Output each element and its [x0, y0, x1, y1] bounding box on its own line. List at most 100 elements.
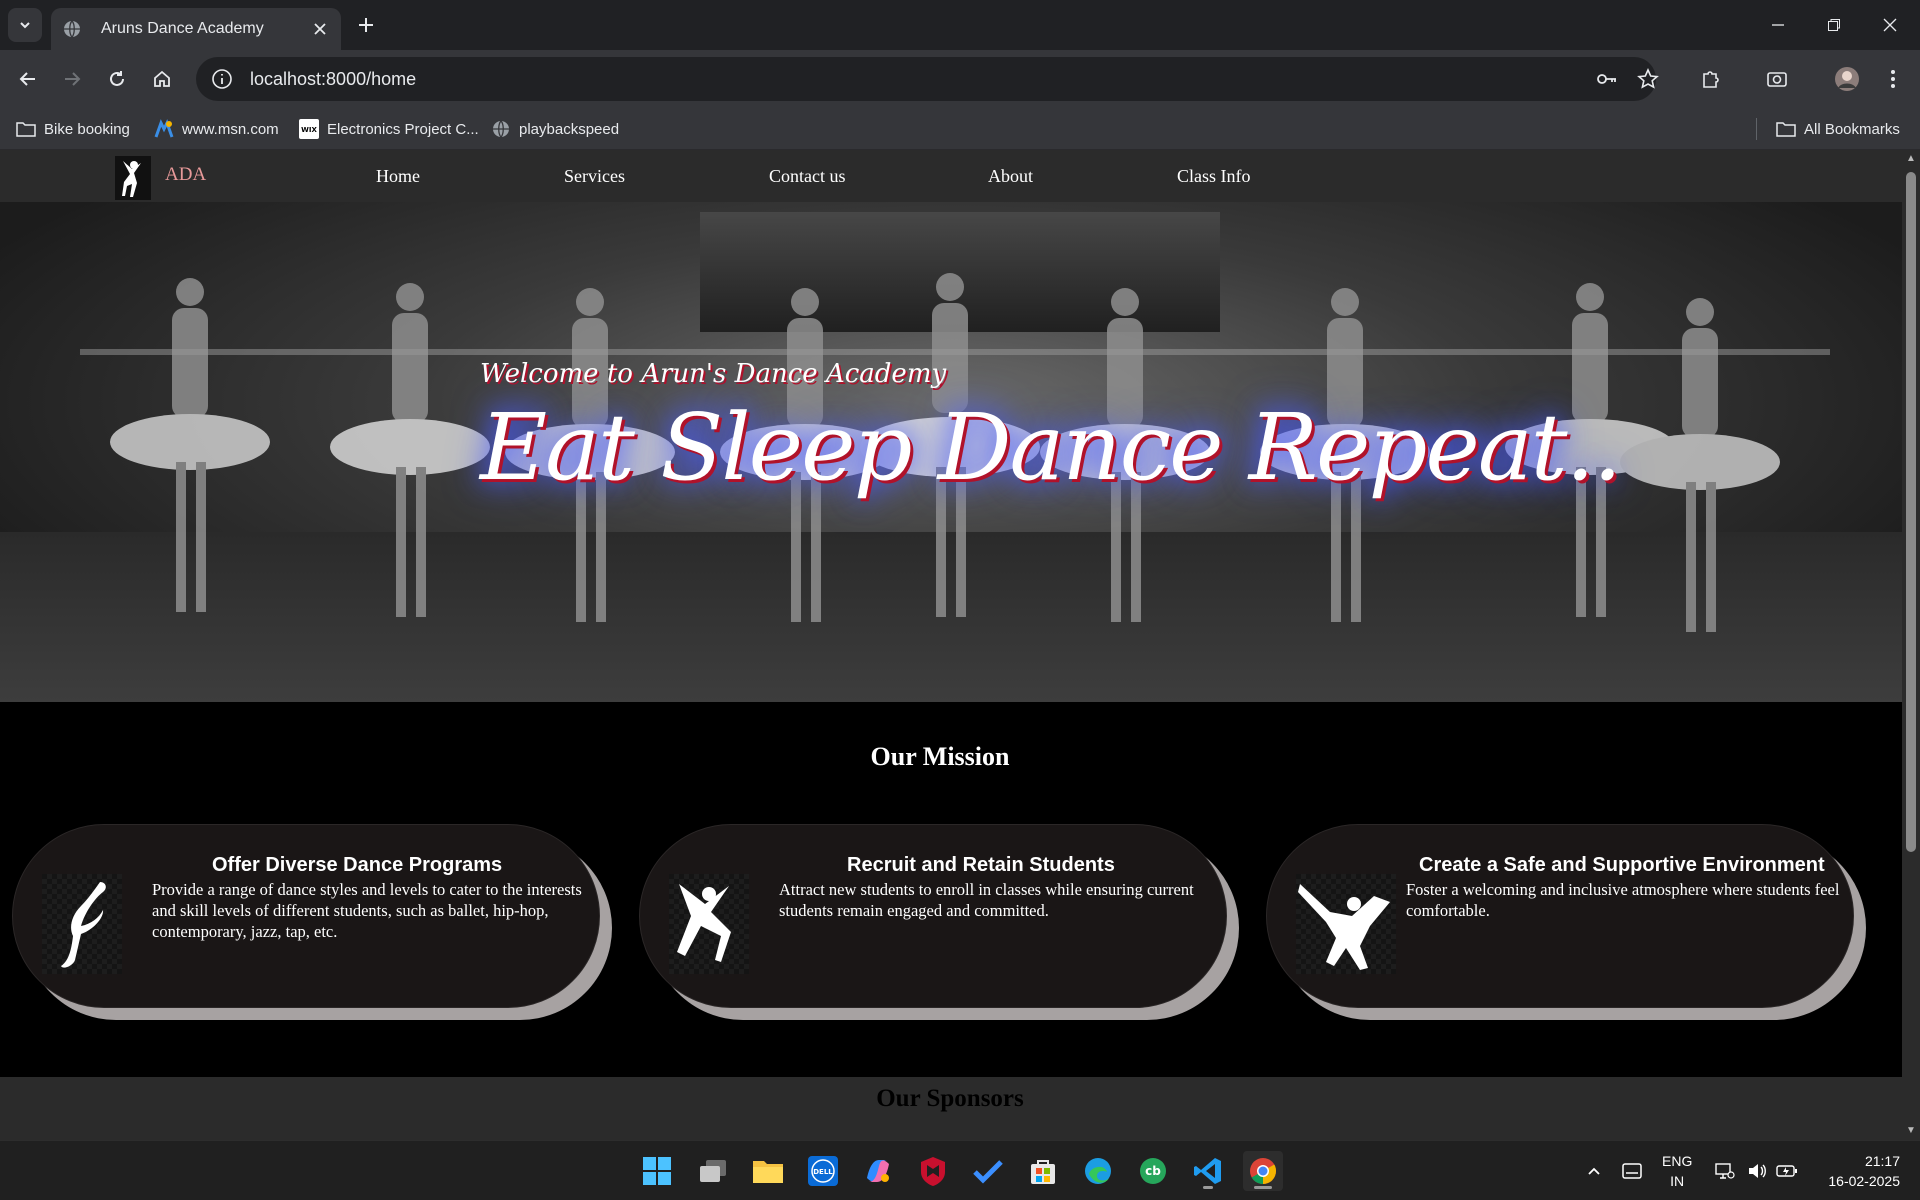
card-title: Offer Diverse Dance Programs: [212, 854, 503, 876]
site-info-icon[interactable]: [210, 67, 234, 91]
running-indicator: [1254, 1186, 1272, 1189]
bookmark-star-button[interactable]: [1633, 64, 1663, 94]
edge-button[interactable]: [1078, 1151, 1118, 1191]
site-navbar: ADA Home Services Contact us About Class…: [0, 150, 1902, 202]
dell-app-button[interactable]: DELL: [803, 1151, 843, 1191]
site-brand[interactable]: ADA: [165, 164, 206, 186]
edge-icon: [1085, 1158, 1111, 1184]
url-text[interactable]: localhost:8000/home: [250, 69, 416, 90]
back-button[interactable]: [12, 63, 44, 95]
todo-button[interactable]: [968, 1151, 1008, 1191]
screenshot-button[interactable]: [1762, 64, 1792, 94]
new-tab-button[interactable]: [352, 11, 380, 39]
vscode-button[interactable]: [1188, 1151, 1228, 1191]
page-scrollbar[interactable]: ▲ ▼: [1902, 150, 1920, 1140]
language-indicator[interactable]: ENG IN: [1662, 1151, 1692, 1191]
breakdancer-icon: [1296, 874, 1396, 974]
scroll-down-arrow-icon[interactable]: ▼: [1906, 1126, 1916, 1136]
mission-card: Offer Diverse Dance Programs Provide a r…: [12, 824, 612, 1020]
nav-services[interactable]: Services: [564, 166, 625, 187]
wix-icon: WIX: [299, 119, 319, 139]
store-button[interactable]: [1023, 1151, 1063, 1191]
browser-menu-button[interactable]: [1878, 64, 1908, 94]
chevron-down-icon: [20, 22, 30, 29]
card-title: Recruit and Retain Students: [847, 854, 1115, 876]
scrollbar-thumb[interactable]: [1906, 172, 1916, 852]
start-button[interactable]: [637, 1151, 677, 1191]
file-explorer-button[interactable]: [748, 1151, 788, 1191]
tab-title: Aruns Dance Academy: [101, 20, 264, 37]
bookmarks-divider: [1756, 118, 1757, 140]
extensions-button[interactable]: [1696, 64, 1726, 94]
site-logo[interactable]: [115, 156, 151, 200]
globe-icon: [491, 119, 511, 139]
task-view-icon: [700, 1160, 726, 1182]
kebab-menu-icon: [1891, 70, 1895, 88]
dancer-logo-icon: [122, 161, 141, 197]
tab-search-button[interactable]: [8, 8, 42, 42]
nav-class-info[interactable]: Class Info: [1177, 166, 1251, 187]
browser-tab-bar: Aruns Dance Academy: [0, 0, 1920, 50]
hero-banner: Welcome to Arun's Dance Academy Eat Slee…: [0, 202, 1902, 702]
nav-home[interactable]: Home: [376, 166, 420, 187]
nav-contact-us[interactable]: Contact us: [769, 166, 846, 187]
windows-logo-icon: [643, 1157, 671, 1185]
chrome-button[interactable]: [1243, 1151, 1283, 1191]
restore-button[interactable]: [1806, 0, 1862, 50]
network-icon: [1715, 1163, 1735, 1179]
globe-icon: [64, 20, 80, 38]
copilot-icon: [867, 1160, 889, 1182]
ballet-dancer-icon: [42, 874, 122, 974]
mission-section: Our Mission Offer Diverse Dance Programs…: [0, 702, 1902, 1077]
windows-taskbar: DELL cb ENG IN 21:17 16-02-2025: [0, 1140, 1920, 1200]
bookmark-msn[interactable]: www.msn.com: [154, 117, 279, 141]
restore-icon: [1828, 19, 1840, 31]
bookmark-playbackspeed[interactable]: playbackspeed: [491, 117, 619, 141]
sponsors-heading: Our Sponsors: [876, 1085, 1024, 1112]
all-bookmarks-button[interactable]: All Bookmarks: [1776, 117, 1900, 141]
bookmark-label: playbackspeed: [519, 120, 620, 138]
close-icon[interactable]: [311, 20, 329, 38]
forward-button[interactable]: [56, 63, 88, 95]
msn-icon: [154, 119, 174, 139]
svg-text:cb: cb: [1145, 1164, 1161, 1178]
card-title: Create a Safe and Supportive Environment: [1419, 854, 1825, 876]
folder-icon: [16, 119, 36, 139]
chevron-up-icon: [1588, 1167, 1600, 1175]
mcafee-button[interactable]: [913, 1151, 953, 1191]
bookmark-bike-booking[interactable]: Bike booking: [16, 117, 130, 141]
show-hidden-icons-button[interactable]: [1582, 1151, 1606, 1191]
network-button[interactable]: [1712, 1151, 1738, 1191]
arrow-left-icon: [19, 72, 35, 86]
bookmark-electronics-project[interactable]: WIX Electronics Project C...: [299, 117, 479, 141]
browser-toolbar: localhost:8000/home: [0, 50, 1920, 108]
clock-date: 16-02-2025: [1828, 1173, 1900, 1189]
tablet-mode-button[interactable]: [1618, 1151, 1646, 1191]
plus-icon: [359, 18, 373, 32]
card-text: Attract new students to enroll in classe…: [779, 880, 1194, 920]
password-key-button[interactable]: [1592, 64, 1622, 94]
store-icon: [1031, 1160, 1055, 1184]
language-code: ENG: [1662, 1153, 1693, 1169]
reload-button[interactable]: [101, 63, 133, 95]
active-tab[interactable]: Aruns Dance Academy: [51, 8, 341, 50]
home-button[interactable]: [146, 63, 178, 95]
running-indicator: [1203, 1186, 1213, 1189]
reload-icon: [110, 71, 124, 86]
address-bar[interactable]: localhost:8000/home: [196, 57, 1656, 101]
close-window-button[interactable]: [1862, 0, 1918, 50]
close-icon: [1883, 18, 1897, 32]
volume-button[interactable]: [1744, 1151, 1770, 1191]
scroll-up-arrow-icon[interactable]: ▲: [1906, 154, 1916, 164]
page-viewport: ADA Home Services Contact us About Class…: [0, 150, 1902, 1140]
dell-icon: DELL: [808, 1156, 838, 1186]
system-clock[interactable]: 21:17 16-02-2025: [1828, 1151, 1900, 1191]
codeblocks-button[interactable]: cb: [1133, 1151, 1173, 1191]
minimize-button[interactable]: [1750, 0, 1806, 50]
task-view-button[interactable]: [693, 1151, 733, 1191]
puzzle-icon: [1703, 71, 1719, 88]
copilot-button[interactable]: [858, 1151, 898, 1191]
profile-button[interactable]: [1832, 64, 1862, 94]
nav-about[interactable]: About: [988, 166, 1033, 187]
battery-button[interactable]: [1774, 1151, 1800, 1191]
